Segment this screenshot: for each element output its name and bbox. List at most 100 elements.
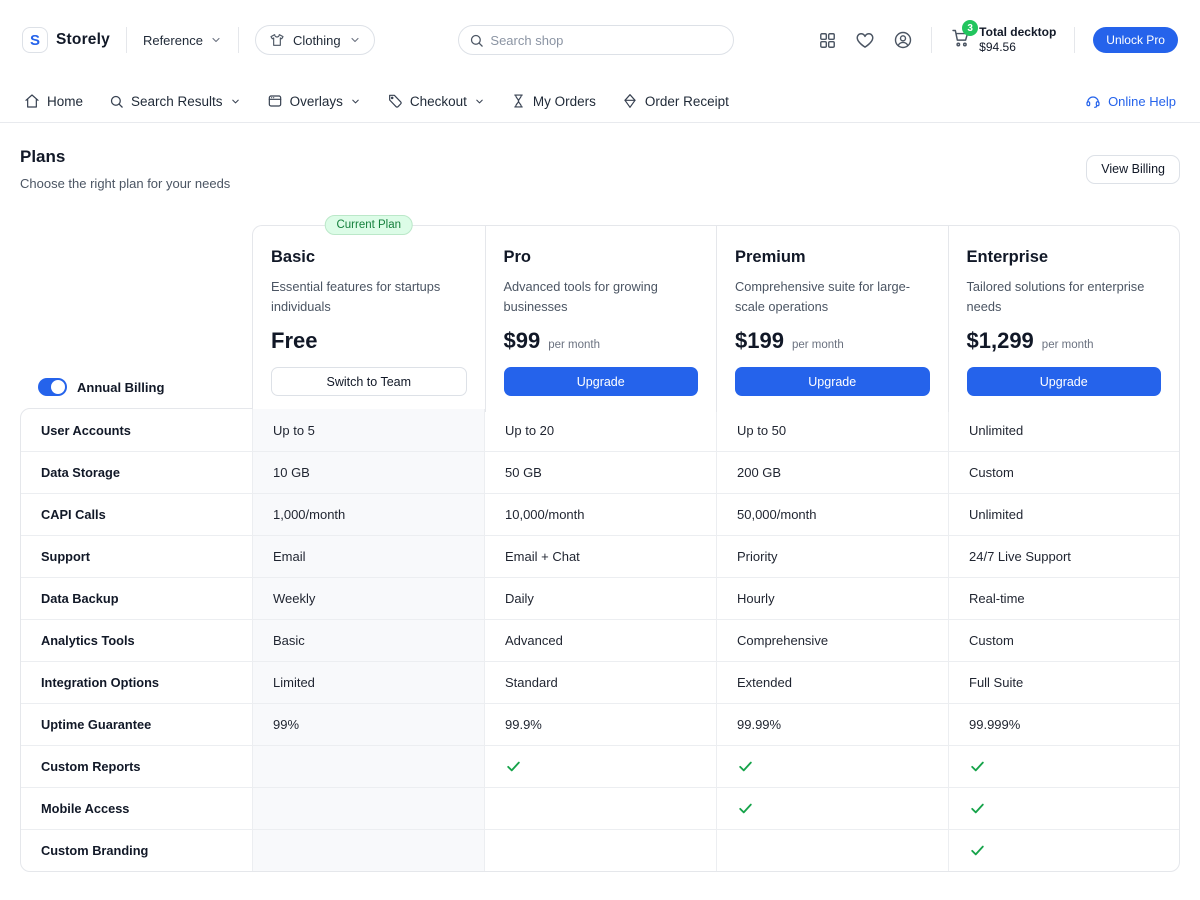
plan-name: Pro <box>504 248 699 267</box>
check-icon <box>505 758 522 775</box>
feature-value-premium: 200 GB <box>716 452 948 493</box>
feature-label: Mobile Access <box>21 788 252 829</box>
feature-value-pro: Standard <box>484 662 716 703</box>
feature-value-basic <box>252 788 484 829</box>
feature-row-data-backup: Data BackupWeeklyDailyHourlyReal-time <box>21 577 1179 619</box>
plan-card-enterprise: EnterpriseTailored solutions for enterpr… <box>948 226 1180 412</box>
feature-value-premium: Up to 50 <box>716 409 948 451</box>
feature-value-basic: Limited <box>252 662 484 703</box>
feature-value-basic: 10 GB <box>252 452 484 493</box>
feature-row-support: SupportEmailEmail + ChatPriority24/7 Liv… <box>21 535 1179 577</box>
feature-label: User Accounts <box>21 409 252 451</box>
feature-value-basic: Email <box>252 536 484 577</box>
feature-label: Support <box>21 536 252 577</box>
feature-table: User AccountsUp to 5Up to 20Up to 50Unli… <box>20 408 1180 872</box>
cart-total-value: $94.56 <box>979 40 1056 55</box>
receipt-icon <box>622 93 638 109</box>
nav-item-search-results[interactable]: Search Results <box>109 94 241 109</box>
home-icon <box>24 93 40 109</box>
search-icon <box>109 94 124 109</box>
category-select-label: Clothing <box>293 33 341 48</box>
feature-row-user-accounts: User AccountsUp to 5Up to 20Up to 50Unli… <box>21 409 1179 451</box>
nav-item-order-receipt[interactable]: Order Receipt <box>622 93 729 109</box>
feature-row-integration-options: Integration OptionsLimitedStandardExtend… <box>21 661 1179 703</box>
feature-value-enterprise: Custom <box>948 452 1179 493</box>
feature-value-basic: 1,000/month <box>252 494 484 535</box>
annual-billing-label: Annual Billing <box>77 380 164 395</box>
page-title: Plans <box>20 147 230 167</box>
brand-name: Storely <box>56 31 110 49</box>
feature-value-premium: Priority <box>716 536 948 577</box>
chevron-down-icon <box>474 96 485 107</box>
plan-price: Free <box>271 328 317 354</box>
plan-description: Tailored solutions for enterprise needs <box>967 277 1162 317</box>
nav-item-checkout[interactable]: Checkout <box>387 93 485 109</box>
page-subtitle: Choose the right plan for your needs <box>20 176 230 191</box>
plan-name: Premium <box>735 248 930 267</box>
online-help-label: Online Help <box>1108 94 1176 109</box>
wishlist-button[interactable] <box>855 30 875 50</box>
nav-item-label: Overlays <box>290 94 343 109</box>
feature-row-data-storage: Data Storage10 GB50 GB200 GBCustom <box>21 451 1179 493</box>
nav-item-home[interactable]: Home <box>24 93 83 109</box>
feature-value-pro <box>484 788 716 829</box>
overlays-icon <box>267 93 283 109</box>
feature-value-pro: 50 GB <box>484 452 716 493</box>
nav-item-label: Home <box>47 94 83 109</box>
nav-item-overlays[interactable]: Overlays <box>267 93 361 109</box>
plan-price: $199 <box>735 328 784 354</box>
feature-value-basic: Up to 5 <box>252 409 484 451</box>
check-icon <box>737 758 754 775</box>
storely-logo-icon: S <box>22 27 48 53</box>
feature-value-premium: 50,000/month <box>716 494 948 535</box>
annual-billing-toggle[interactable] <box>38 378 67 396</box>
feature-value-pro: Daily <box>484 578 716 619</box>
feature-value-enterprise <box>948 830 1179 871</box>
chevron-down-icon <box>350 96 361 107</box>
upgrade-button[interactable]: Upgrade <box>735 367 930 396</box>
brand-logo[interactable]: S Storely <box>22 27 110 53</box>
upgrade-button[interactable]: Upgrade <box>504 367 699 396</box>
feature-label: Integration Options <box>21 662 252 703</box>
feature-value-enterprise: Unlimited <box>948 409 1179 451</box>
top-bar: S Storely Reference Clothing <box>0 0 1200 80</box>
account-button[interactable] <box>893 30 913 50</box>
plan-card-pro: ProAdvanced tools for growing businesses… <box>485 226 717 412</box>
plan-price: $99 <box>504 328 541 354</box>
unlock-pro-button[interactable]: Unlock Pro <box>1093 27 1178 53</box>
check-icon <box>969 800 986 817</box>
nav-item-label: My Orders <box>533 94 596 109</box>
feature-value-pro: Up to 20 <box>484 409 716 451</box>
plan-card-premium: Premium Comprehensive suite for large-sca… <box>716 226 948 412</box>
feature-value-basic: Basic <box>252 620 484 661</box>
switch-to-team-button[interactable]: Switch to Team <box>271 367 467 396</box>
feature-value-premium <box>716 788 948 829</box>
feature-value-enterprise: Full Suite <box>948 662 1179 703</box>
plan-period: per month <box>1042 339 1094 351</box>
plan-cards: Current PlanBasicEssential features for … <box>252 225 1180 412</box>
upgrade-button[interactable]: Upgrade <box>967 367 1162 396</box>
cart-button[interactable]: 3 Total decktop $94.56 <box>950 25 1056 55</box>
divider <box>931 27 932 53</box>
feature-row-custom-reports: Custom Reports <box>21 745 1179 787</box>
online-help-link[interactable]: Online Help <box>1085 93 1176 109</box>
nav-item-my-orders[interactable]: My Orders <box>511 93 596 109</box>
feature-value-premium <box>716 830 948 871</box>
apps-grid-button[interactable] <box>818 31 837 50</box>
feature-row-custom-branding: Custom Branding <box>21 829 1179 871</box>
feature-value-basic <box>252 746 484 787</box>
search-input[interactable] <box>490 33 723 48</box>
feature-label: Analytics Tools <box>21 620 252 661</box>
reference-menu[interactable]: Reference <box>143 33 222 48</box>
search-box <box>458 25 734 55</box>
plan-description: Comprehensive suite for large-scale oper… <box>735 277 930 317</box>
feature-value-pro: 99.9% <box>484 704 716 745</box>
cart-count-badge: 3 <box>962 20 978 36</box>
feature-value-enterprise: Unlimited <box>948 494 1179 535</box>
chevron-down-icon <box>210 34 222 46</box>
tag-icon <box>387 93 403 109</box>
feature-label: Custom Reports <box>21 746 252 787</box>
view-billing-button[interactable]: View Billing <box>1086 155 1180 184</box>
category-select[interactable]: Clothing <box>255 25 375 55</box>
plan-price: $1,299 <box>967 328 1034 354</box>
